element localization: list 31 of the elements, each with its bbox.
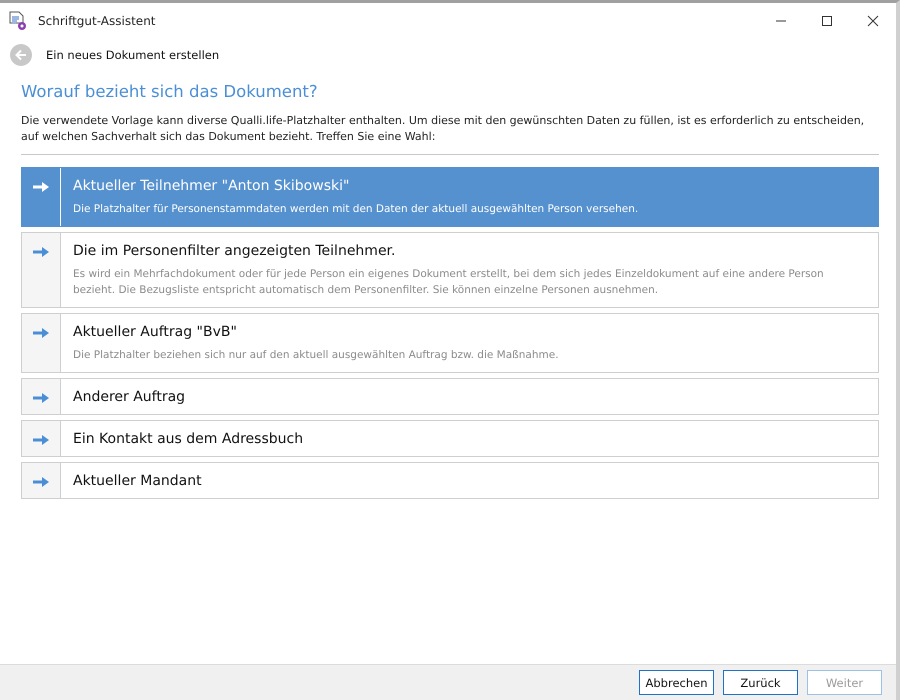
intro-text: Die verwendete Vorlage kann diverse Qualli.life-Platzhalter enthalten. Um diese mit den gewünschten Daten zu füllen, ist es erforderlich zu entscheiden, auf welchen Sachverhalt sich das Dokument bezieht. Treffen Sie eine Wahl: [21, 113, 866, 145]
dialog-button[interactable]: Abbrechen [639, 670, 714, 695]
option-item[interactable]: Anderer Auftrag [21, 378, 879, 415]
option-description: Es wird ein Mehrfachdokument oder für jede Person ein eigenes Dokument erstellt, bei dem sich jedes Einzeldokument auf eine andere Person bezieht. Die Bezugsliste entspricht automatisch dem Personenfilter. Sie können einzelne Personen ausnehmen. [73, 267, 825, 298]
option-item[interactable] [21, 232, 879, 308]
arrow-icon [33, 435, 49, 445]
close-icon [867, 14, 879, 26]
option-title: Ein Kontakt aus dem Adressbuch [73, 431, 304, 447]
option-title: Aktueller Teilnehmer "Anton Skibowski" [73, 178, 350, 194]
minimize-icon [776, 20, 786, 22]
back-icon[interactable] [10, 44, 32, 66]
arrow-icon [33, 393, 49, 403]
option-item[interactable]: Ein Kontakt aus dem Adressbuch [21, 420, 879, 457]
option-title: Die im Personenfilter angezeigten Teilnehmer. [73, 243, 396, 259]
maximize-icon [821, 14, 833, 26]
option-title: Aktueller Mandant [73, 473, 202, 489]
option-description: Die Platzhalter beziehen sich nur auf den aktuell ausgewählten Auftrag bzw. die Maßnahme. [73, 348, 559, 363]
arrow-icon [33, 247, 49, 257]
option-item[interactable]: Aktueller Mandant [21, 462, 879, 499]
arrow-icon [33, 328, 49, 338]
document-gear-icon [8, 10, 28, 30]
option-title: Aktueller Auftrag "BvB" [73, 324, 238, 340]
dialog-button[interactable]: Zurück [723, 670, 798, 695]
heading: Worauf bezieht sich das Dokument? [21, 82, 319, 101]
option-title: Anderer Auftrag [73, 389, 186, 405]
arrow-icon [33, 182, 49, 192]
page-title: Ein neues Dokument erstellen [46, 48, 220, 62]
window-title: Schriftgut-Assistent [38, 14, 156, 28]
arrow-icon [33, 477, 49, 487]
option-description: Die Platzhalter für Personenstammdaten werden mit den Daten der aktuell ausgewählten Person versehen. [73, 202, 638, 217]
option-item[interactable]: Aktueller Auftrag "BvB" Die Platzhalter beziehen sich nur auf den aktuell ausgewählten Auftrag bzw. die Maßnahme. [21, 313, 879, 373]
